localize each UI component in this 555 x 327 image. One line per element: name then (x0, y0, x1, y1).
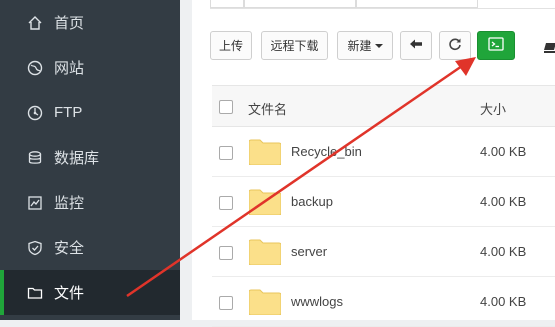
sidebar-item-files[interactable]: 文件 (0, 270, 180, 315)
file-size: 4.00 KB (480, 144, 527, 159)
file-name[interactable]: server (291, 244, 327, 259)
sidebar-item-label: 监控 (54, 195, 85, 212)
tab[interactable] (244, 0, 356, 8)
refresh-button[interactable] (439, 31, 471, 60)
globe-icon (26, 59, 44, 77)
column-header-name[interactable]: 文件名 (248, 99, 287, 118)
monitor-icon (26, 194, 44, 212)
file-manager-panel: 上传 远程下载 新建 文件名 大小 Recycle_bin 4.00 KB ba… (192, 0, 555, 327)
arrow-left-icon (409, 38, 423, 53)
remote-download-button[interactable]: 远程下载 (261, 31, 328, 60)
sidebar-item-website[interactable]: 网站 (0, 45, 180, 90)
sidebar-item-label: 安全 (54, 240, 85, 257)
tab[interactable] (210, 0, 244, 8)
column-header-size[interactable]: 大小 (480, 99, 506, 118)
sidebar-item-home[interactable]: 首页 (0, 0, 180, 45)
sidebar-item-security[interactable]: 安全 (0, 225, 180, 270)
back-button[interactable] (400, 31, 432, 60)
table-row[interactable]: server 4.00 KB (212, 227, 555, 277)
shield-icon (26, 239, 44, 257)
file-name[interactable]: wwwlogs (291, 294, 343, 309)
folder-icon (249, 139, 281, 165)
upload-button-label: 上传 (218, 39, 243, 53)
row-checkbox[interactable] (219, 246, 233, 260)
database-icon (26, 149, 44, 167)
file-size: 4.00 KB (480, 294, 527, 309)
caret-down-icon (374, 43, 383, 48)
new-button-label: 新建 (347, 39, 372, 53)
upload-button[interactable]: 上传 (210, 31, 252, 60)
row-checkbox[interactable] (219, 146, 233, 160)
sidebar-item-label: 数据库 (54, 150, 100, 167)
folder-icon (26, 284, 44, 302)
remote-download-button-label: 远程下载 (270, 39, 319, 53)
new-dropdown-button[interactable]: 新建 (337, 31, 393, 60)
home-icon (26, 14, 44, 32)
table-row[interactable]: Recycle_bin 4.00 KB (212, 127, 555, 177)
terminal-button[interactable] (477, 31, 515, 60)
ftp-icon (26, 104, 44, 122)
sidebar-item-label: 网站 (54, 60, 85, 77)
table-row[interactable]: backup 4.00 KB (212, 177, 555, 227)
sidebar: 首页 网站 FTP 数据库 监控 安全 文件 (0, 0, 180, 320)
sidebar-item-ftp[interactable]: FTP (0, 90, 180, 135)
sidebar-item-monitor[interactable]: 监控 (0, 180, 180, 225)
tab[interactable] (356, 0, 478, 8)
sidebar-item-database[interactable]: 数据库 (0, 135, 180, 180)
file-size: 4.00 KB (480, 244, 527, 259)
folder-icon (249, 289, 281, 315)
file-name[interactable]: Recycle_bin (291, 144, 362, 159)
folder-icon (249, 239, 281, 265)
folder-icon (249, 189, 281, 215)
sidebar-item-label: FTP (54, 104, 83, 121)
sidebar-item-label: 首页 (54, 15, 85, 32)
partial-toolbar-icon[interactable] (544, 40, 555, 53)
sidebar-item-label: 文件 (54, 285, 85, 302)
row-checkbox[interactable] (219, 296, 233, 310)
file-table-header: 文件名 大小 (212, 85, 555, 127)
row-checkbox[interactable] (219, 196, 233, 210)
file-name[interactable]: backup (291, 194, 333, 209)
refresh-icon (448, 37, 462, 54)
select-all-checkbox[interactable] (219, 100, 233, 114)
tab-strip (210, 0, 555, 9)
file-size: 4.00 KB (480, 194, 527, 209)
terminal-icon (488, 37, 504, 54)
